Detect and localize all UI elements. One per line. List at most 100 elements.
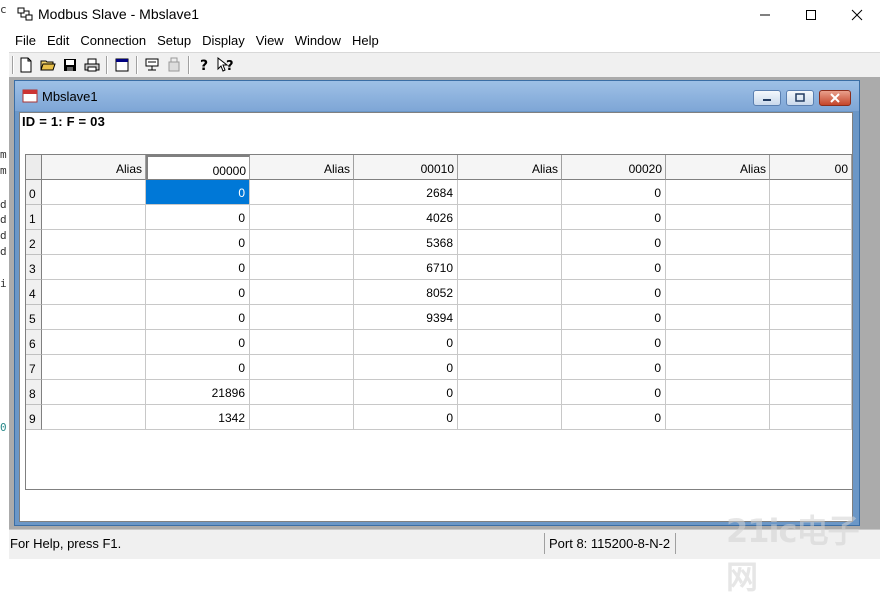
menu-help[interactable]: Help xyxy=(346,30,384,52)
alias-cell[interactable] xyxy=(770,230,852,255)
help-button[interactable]: ? xyxy=(194,55,214,75)
register-value-cell[interactable]: 0 xyxy=(146,255,250,280)
alias-cell[interactable] xyxy=(666,305,770,330)
alias-cell[interactable] xyxy=(770,405,852,430)
register-value-cell[interactable]: 0 xyxy=(562,330,666,355)
register-value-cell[interactable]: 0 xyxy=(146,280,250,305)
alias-cell[interactable] xyxy=(770,205,852,230)
register-value-cell[interactable]: 1342 xyxy=(146,405,250,430)
alias-cell[interactable] xyxy=(458,255,562,280)
register-value-cell[interactable]: 6710 xyxy=(354,255,458,280)
register-value-cell[interactable]: 0 xyxy=(562,205,666,230)
alias-cell[interactable] xyxy=(458,380,562,405)
register-value-cell[interactable]: 0 xyxy=(146,180,250,205)
alias-cell[interactable] xyxy=(770,180,852,205)
register-value-cell[interactable]: 0 xyxy=(562,230,666,255)
register-value-cell[interactable]: 0 xyxy=(354,380,458,405)
open-button[interactable] xyxy=(38,55,58,75)
menu-display[interactable]: Display xyxy=(196,30,250,52)
connect-button[interactable] xyxy=(142,55,162,75)
title-bar[interactable]: Modbus Slave - Mbslave1 xyxy=(9,0,880,30)
alias-cell[interactable] xyxy=(42,230,146,255)
child-close-button[interactable] xyxy=(819,90,851,106)
alias-cell[interactable] xyxy=(458,355,562,380)
alias-cell[interactable] xyxy=(42,205,146,230)
alias-cell[interactable] xyxy=(250,380,354,405)
alias-cell[interactable] xyxy=(770,305,852,330)
register-value-cell[interactable]: 0 xyxy=(354,405,458,430)
alias-cell[interactable] xyxy=(250,405,354,430)
alias-cell[interactable] xyxy=(250,180,354,205)
register-value-cell[interactable]: 0 xyxy=(562,380,666,405)
register-value-cell[interactable]: 2684 xyxy=(354,180,458,205)
alias-cell[interactable] xyxy=(666,330,770,355)
alias-cell[interactable] xyxy=(250,230,354,255)
alias-cell[interactable] xyxy=(250,205,354,230)
register-value-cell[interactable]: 8052 xyxy=(354,280,458,305)
menu-edit[interactable]: Edit xyxy=(41,30,74,52)
alias-cell[interactable] xyxy=(458,305,562,330)
register-grid[interactable]: Alias 00000 Alias 00010 Alias 00020 Alia… xyxy=(25,154,853,490)
register-value-cell[interactable]: 0 xyxy=(146,355,250,380)
new-button[interactable] xyxy=(16,55,36,75)
row-header[interactable]: 1 xyxy=(26,205,42,230)
alias-cell[interactable] xyxy=(458,405,562,430)
column-header-alias[interactable]: Alias xyxy=(666,155,770,180)
menu-window[interactable]: Window xyxy=(289,30,346,52)
alias-cell[interactable] xyxy=(42,330,146,355)
row-header[interactable]: 7 xyxy=(26,355,42,380)
column-header-00030[interactable]: 00 xyxy=(770,155,852,180)
menu-file[interactable]: File xyxy=(9,30,41,52)
alias-cell[interactable] xyxy=(666,405,770,430)
context-help-button[interactable]: ? xyxy=(216,55,236,75)
register-value-cell[interactable]: 0 xyxy=(562,255,666,280)
register-value-cell[interactable]: 0 xyxy=(146,205,250,230)
alias-cell[interactable] xyxy=(770,380,852,405)
register-value-cell[interactable]: 0 xyxy=(146,305,250,330)
row-header[interactable]: 3 xyxy=(26,255,42,280)
minimize-button[interactable] xyxy=(742,0,788,30)
alias-cell[interactable] xyxy=(770,280,852,305)
column-header-00010[interactable]: 00010 xyxy=(354,155,458,180)
child-minimize-button[interactable] xyxy=(753,90,781,106)
alias-cell[interactable] xyxy=(42,255,146,280)
row-header[interactable]: 0 xyxy=(26,180,42,205)
alias-cell[interactable] xyxy=(250,330,354,355)
register-value-cell[interactable]: 4026 xyxy=(354,205,458,230)
menu-connection[interactable]: Connection xyxy=(74,30,151,52)
alias-cell[interactable] xyxy=(770,355,852,380)
close-button[interactable] xyxy=(834,0,880,30)
register-value-cell[interactable]: 5368 xyxy=(354,230,458,255)
child-restore-button[interactable] xyxy=(786,90,814,106)
register-value-cell[interactable]: 0 xyxy=(562,405,666,430)
register-value-cell[interactable]: 0 xyxy=(562,305,666,330)
alias-cell[interactable] xyxy=(42,380,146,405)
alias-cell[interactable] xyxy=(458,230,562,255)
menu-setup[interactable]: Setup xyxy=(151,30,196,52)
register-value-cell[interactable]: 0 xyxy=(146,230,250,255)
alias-cell[interactable] xyxy=(666,380,770,405)
alias-cell[interactable] xyxy=(250,280,354,305)
register-value-cell[interactable]: 0 xyxy=(562,280,666,305)
save-button[interactable] xyxy=(60,55,80,75)
alias-cell[interactable] xyxy=(458,180,562,205)
alias-cell[interactable] xyxy=(42,280,146,305)
child-title-bar[interactable]: Mbslave1 xyxy=(15,81,859,111)
row-header[interactable]: 6 xyxy=(26,330,42,355)
alias-cell[interactable] xyxy=(458,205,562,230)
row-header[interactable]: 8 xyxy=(26,380,42,405)
alias-cell[interactable] xyxy=(666,205,770,230)
row-header[interactable]: 5 xyxy=(26,305,42,330)
alias-cell[interactable] xyxy=(770,255,852,280)
alias-cell[interactable] xyxy=(666,255,770,280)
register-value-cell[interactable]: 0 xyxy=(354,330,458,355)
register-value-cell[interactable]: 21896 xyxy=(146,380,250,405)
alias-cell[interactable] xyxy=(42,180,146,205)
alias-cell[interactable] xyxy=(250,305,354,330)
alias-cell[interactable] xyxy=(458,330,562,355)
print-button[interactable] xyxy=(82,55,102,75)
alias-cell[interactable] xyxy=(666,355,770,380)
row-header[interactable]: 2 xyxy=(26,230,42,255)
column-header-00020[interactable]: 00020 xyxy=(562,155,666,180)
alias-cell[interactable] xyxy=(250,255,354,280)
